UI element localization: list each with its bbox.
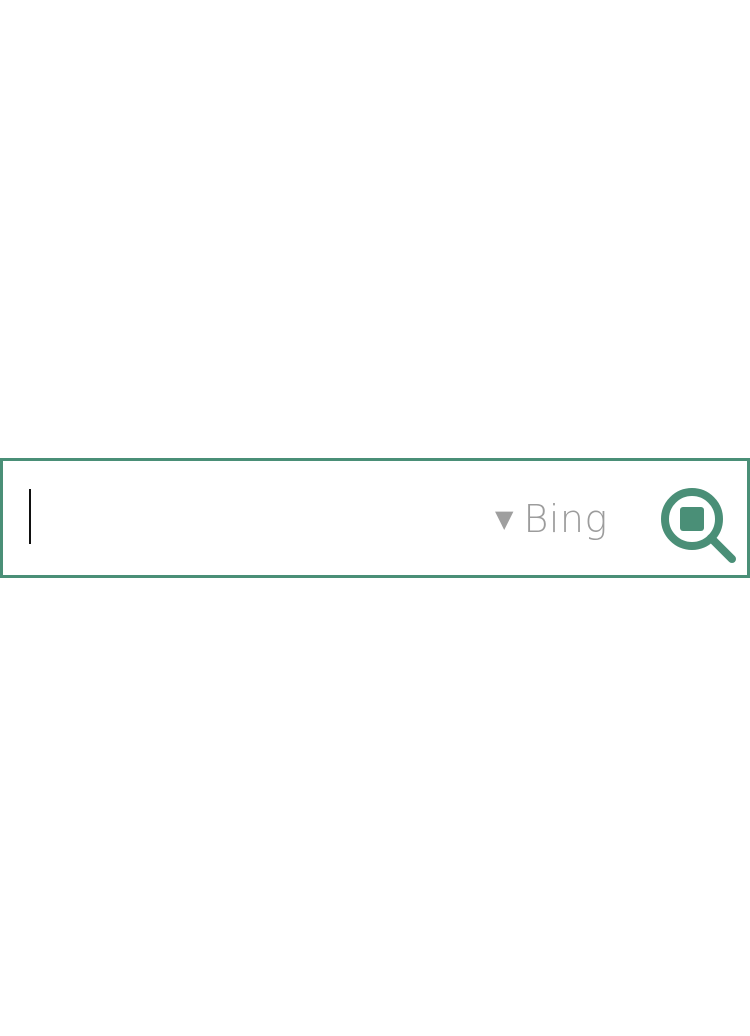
caret-down-icon: ▼	[495, 505, 514, 533]
search-engine-label: Bing	[523, 497, 608, 541]
text-caret	[29, 489, 31, 544]
search-bar: ▼ Bing	[0, 458, 750, 578]
search-button[interactable]	[660, 488, 742, 570]
search-input[interactable]	[29, 489, 469, 545]
search-engine-dropdown[interactable]: ▼ Bing	[495, 494, 608, 544]
search-icon	[661, 488, 736, 563]
